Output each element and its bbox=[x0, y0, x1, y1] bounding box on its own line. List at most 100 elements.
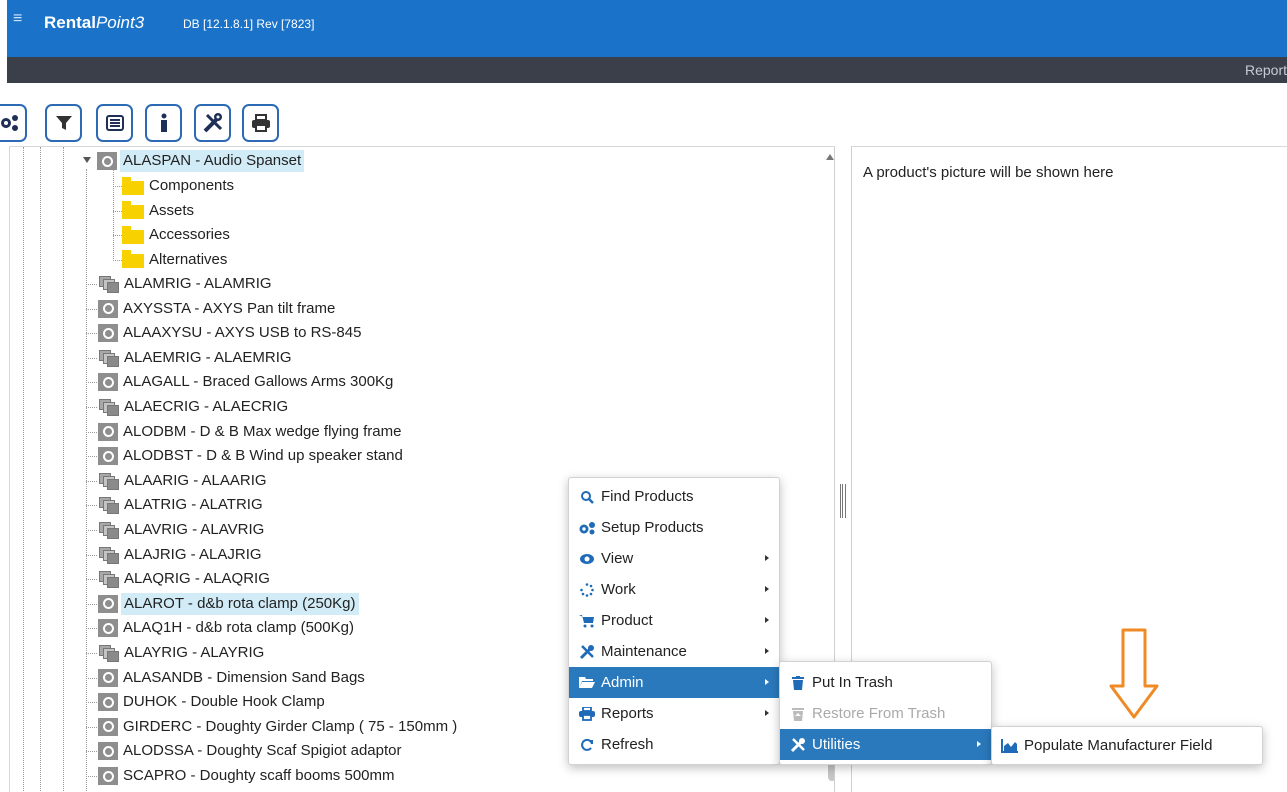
menu-item-work[interactable]: Work bbox=[569, 574, 779, 605]
product-icon bbox=[98, 594, 118, 613]
chevron-right-icon bbox=[765, 586, 769, 592]
tree-guide bbox=[86, 776, 97, 777]
tree-node-folder[interactable]: Assets bbox=[122, 200, 196, 222]
version-info: DB [12.1.8.1] Rev [7823] bbox=[183, 17, 315, 31]
chevron-right-icon bbox=[765, 710, 769, 716]
tree-node[interactable]: ALATRIG - ALATRIG bbox=[98, 494, 265, 516]
tree-node[interactable]: ALAQ1H - d&b rota clamp (500Kg) bbox=[98, 617, 356, 639]
tree-node-label: ALAMRIG - ALAMRIG bbox=[124, 275, 272, 292]
menu-item-put-in-trash[interactable]: Put In Trash bbox=[780, 667, 991, 698]
tree-node[interactable]: ALAAXYSU - AXYS USB to RS-845 bbox=[98, 322, 363, 344]
menu-item-maintenance[interactable]: Maintenance bbox=[569, 636, 779, 667]
tree-guide bbox=[86, 407, 97, 408]
filter-button[interactable] bbox=[45, 104, 82, 142]
product-icon bbox=[98, 693, 118, 712]
tree-node-label: ALAAXYSU - AXYS USB to RS-845 bbox=[123, 324, 362, 342]
app-title-part: Rental bbox=[44, 13, 96, 32]
tools-button[interactable] bbox=[194, 104, 231, 142]
utilities-submenu: Populate Manufacturer Field bbox=[991, 726, 1263, 765]
collapse-icon[interactable] bbox=[83, 157, 91, 163]
menu-item-label: Maintenance bbox=[601, 643, 687, 660]
tree-guide bbox=[86, 505, 97, 507]
tree-guide bbox=[86, 333, 97, 335]
print-icon bbox=[251, 114, 270, 132]
tree-node[interactable]: AXYSSTA - AXYS Pan tilt frame bbox=[98, 298, 337, 320]
menu-item-label: Utilities bbox=[812, 736, 861, 753]
menu-item-find-products[interactable]: Find Products bbox=[569, 481, 779, 512]
tree-node-label: ALODBST - D & B Wind up speaker stand bbox=[123, 447, 403, 465]
tree-node[interactable]: GIRDERC - Doughty Girder Clamp ( 75 - 15… bbox=[98, 716, 459, 738]
folder-icon bbox=[122, 201, 144, 219]
product-icon bbox=[98, 717, 118, 736]
info-button[interactable] bbox=[145, 104, 182, 142]
tree-node-label: ALASANDB - Dimension Sand Bags bbox=[123, 668, 365, 686]
tree-node-folder[interactable]: Alternatives bbox=[122, 249, 229, 271]
tree-node-folder[interactable]: Accessories bbox=[122, 224, 232, 246]
reports-link[interactable]: Report bbox=[1245, 62, 1287, 78]
pane-splitter[interactable] bbox=[840, 484, 846, 518]
menu-item-label: Work bbox=[601, 581, 636, 598]
tree-node[interactable]: ALAQRIG - ALAQRIG bbox=[98, 568, 272, 590]
rig-icon bbox=[98, 397, 120, 417]
tree-node[interactable]: ALAYRIG - ALAYRIG bbox=[98, 642, 266, 664]
menu-icon[interactable]: ≡ bbox=[13, 11, 22, 27]
tree-node[interactable]: ALAJRIG - ALAJRIG bbox=[98, 544, 264, 566]
tree-node-label: ALAEMRIG - ALAEMRIG bbox=[124, 348, 292, 366]
tree-node-label: SCAPRO - Doughty scaff booms 500mm bbox=[123, 767, 395, 784]
tree-node-label: ALODBM - D & B Max wedge flying frame bbox=[123, 422, 402, 440]
tree-node[interactable]: SCAPRO - Doughty scaff booms 500mm bbox=[98, 765, 397, 787]
tree-node[interactable]: ALASANDB - Dimension Sand Bags bbox=[98, 667, 367, 689]
tree-guide bbox=[113, 235, 122, 236]
product-icon bbox=[98, 373, 118, 392]
tree-guide bbox=[113, 169, 114, 261]
tree-node-label: Components bbox=[149, 177, 235, 194]
list-button[interactable] bbox=[96, 104, 133, 142]
tree-node[interactable]: ALODSSA - Doughty Scaf Spigiot adaptor bbox=[98, 740, 404, 762]
tree-node-label: ALODSSA - Doughty Scaf Spigiot adaptor bbox=[123, 742, 402, 760]
tree-guide bbox=[86, 726, 97, 728]
tree-node-label: ALAQ1H - d&b rota clamp (500Kg) bbox=[123, 619, 354, 637]
tools-icon bbox=[203, 113, 222, 133]
menu-item-utilities[interactable]: Utilities bbox=[780, 729, 991, 760]
tree-guide bbox=[86, 653, 97, 654]
product-icon bbox=[98, 422, 118, 441]
menu-item-refresh[interactable]: Refresh bbox=[569, 729, 779, 760]
scroll-up-arrow[interactable] bbox=[826, 154, 834, 160]
menu-item-setup-products[interactable]: Setup Products bbox=[569, 512, 779, 543]
tree-guide bbox=[86, 702, 97, 704]
print-button[interactable] bbox=[242, 104, 279, 142]
tree-node[interactable]: ALAECRIG - ALAECRIG bbox=[98, 396, 290, 418]
menu-item-populate-manufacturer-field[interactable]: Populate Manufacturer Field bbox=[992, 730, 1262, 761]
tree-node[interactable]: ALAEMRIG - ALAEMRIG bbox=[98, 347, 294, 369]
eye-icon bbox=[577, 550, 597, 568]
tree-node[interactable]: ALAMRIG - ALAMRIG bbox=[98, 273, 274, 295]
app-title-part: Point3 bbox=[95, 13, 145, 32]
tree-node[interactable]: DUHOK - Double Hook Clamp bbox=[98, 691, 327, 713]
tree-node[interactable]: ALAVRIG - ALAVRIG bbox=[98, 519, 266, 541]
app-title: RentalPoint3 bbox=[44, 13, 144, 33]
tree-node[interactable]: ALODBST - D & B Wind up speaker stand bbox=[98, 445, 405, 467]
menu-item-label: Refresh bbox=[601, 736, 654, 753]
menu-item-reports[interactable]: Reports bbox=[569, 698, 779, 729]
setup-products-button[interactable] bbox=[0, 104, 27, 142]
picture-placeholder-text: A product's picture will be shown here bbox=[863, 164, 1114, 181]
menu-item-admin[interactable]: Admin bbox=[569, 667, 779, 698]
tree-node[interactable]: ALAGALL - Braced Gallows Arms 300Kg bbox=[98, 371, 395, 393]
tree-guide bbox=[86, 603, 97, 605]
menu-item-label: Reports bbox=[601, 705, 654, 722]
tree-node[interactable]: ALAROT - d&b rota clamp (250Kg) bbox=[98, 592, 359, 615]
tree-node-folder[interactable]: Components bbox=[122, 175, 236, 197]
menu-item-product[interactable]: Product bbox=[569, 605, 779, 636]
tree-node-selected[interactable]: ALASPAN - Audio Spanset bbox=[97, 150, 305, 172]
tree-guide bbox=[86, 284, 97, 285]
tree-guide bbox=[113, 259, 122, 261]
tree-node-label: DUHOK - Double Hook Clamp bbox=[123, 693, 325, 711]
filter-icon bbox=[55, 116, 72, 130]
rig-icon bbox=[98, 274, 120, 294]
menu-item-view[interactable]: View bbox=[569, 543, 779, 574]
tree-node[interactable]: ALODBM - D & B Max wedge flying frame bbox=[98, 421, 403, 443]
restore-trash-icon bbox=[788, 705, 808, 723]
tree-node[interactable]: ALAARIG - ALAARIG bbox=[98, 470, 269, 492]
product-icon bbox=[98, 299, 118, 318]
rig-icon bbox=[98, 348, 120, 368]
